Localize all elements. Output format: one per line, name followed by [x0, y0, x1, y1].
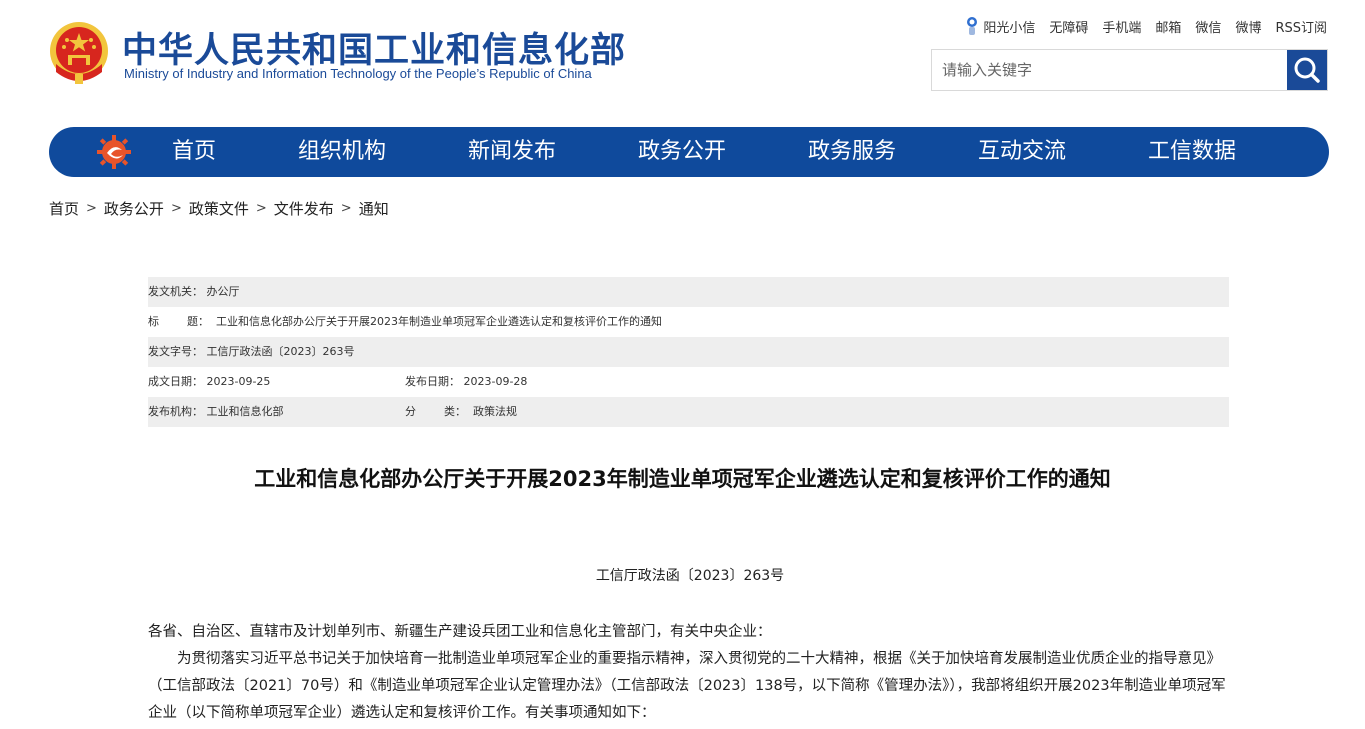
top-link-label[interactable]: 阳光小信: [983, 17, 1035, 36]
info-category: 分 类： 政策法规: [405, 405, 517, 418]
info-row-title: 标 题： 工业和信息化部办公厅关于开展2023年制造业单项冠军企业遴选认定和复核…: [148, 307, 1229, 337]
top-link-weibo[interactable]: 微博: [1235, 17, 1261, 36]
top-links: 阳光小信 无障碍 手机端 邮箱 微信 微博 RSS订阅: [965, 16, 1327, 36]
search-box: [931, 49, 1328, 91]
mascot-icon: [967, 17, 978, 35]
top-link-mail[interactable]: 邮箱: [1155, 17, 1181, 36]
breadcrumb-separator: >: [255, 201, 267, 216]
info-doc-number: 发文字号： 工信厅政法函〔2023〕263号: [148, 345, 355, 358]
site-subtitle: Ministry of Industry and Information Tec…: [124, 66, 592, 81]
info-org: 发布机构： 工业和信息化部: [148, 405, 284, 418]
document-info-table: 发文机关： 办公厅 标 题： 工业和信息化部办公厅关于开展2023年制造业单项冠…: [148, 277, 1229, 427]
breadcrumb-separator: >: [86, 201, 97, 216]
info-published-date: 发布日期： 2023-09-28: [405, 375, 528, 388]
breadcrumb-gov-affairs[interactable]: 政务公开: [104, 198, 164, 219]
top-link-wechat[interactable]: 微信: [1195, 17, 1221, 36]
article-salutation: 各省、自治区、直辖市及计划单列市、新疆生产建设兵团工业和信息化主管部门，有关中央…: [148, 624, 772, 640]
nav-item-organization[interactable]: 组织机构: [298, 127, 386, 177]
info-row-dates: 成文日期： 2023-09-25 发布日期： 2023-09-28: [148, 367, 1229, 397]
search-input[interactable]: [932, 50, 1288, 90]
breadcrumb: 首页 > 政务公开 > 政策文件 > 文件发布 > 通知: [49, 198, 389, 219]
nav-item-interaction[interactable]: 互动交流: [978, 127, 1066, 177]
info-created-date: 成文日期： 2023-09-25: [148, 375, 271, 388]
breadcrumb-separator: >: [170, 201, 182, 216]
breadcrumb-policy-docs[interactable]: 政策文件: [189, 198, 249, 219]
top-link-accessibility[interactable]: 无障碍: [1049, 17, 1088, 36]
article-title: 工业和信息化部办公厅关于开展2023年制造业单项冠军企业遴选认定和复核评价工作的…: [254, 467, 1111, 491]
ministry-logo-icon: [97, 135, 131, 169]
breadcrumb-notice[interactable]: 通知: [359, 198, 389, 219]
article-paragraph: 为贯彻落实习近平总书记关于加快培育一批制造业单项冠军企业的重要指示精神，深入贯彻…: [148, 651, 1226, 721]
search-button[interactable]: [1287, 50, 1327, 90]
nav-item-data[interactable]: 工信数据: [1148, 127, 1236, 177]
nav-item-home[interactable]: 首页: [172, 127, 216, 177]
nav-item-gov-services[interactable]: 政务服务: [808, 127, 896, 177]
main-nav: 首页 组织机构 新闻发布 政务公开 政务服务 互动交流 工信数据: [49, 127, 1329, 177]
top-link-rss[interactable]: RSS订阅: [1275, 17, 1327, 36]
info-issuer: 发文机关： 办公厅: [148, 285, 240, 298]
article-body: 各省、自治区、直辖市及计划单列市、新疆生产建设兵团工业和信息化主管部门，有关中央…: [148, 619, 1233, 727]
search-icon: [1294, 57, 1320, 83]
info-title: 标 题： 工业和信息化部办公厅关于开展2023年制造业单项冠军企业遴选认定和复核…: [148, 315, 662, 328]
info-row-issuer: 发文机关： 办公厅: [148, 277, 1229, 307]
breadcrumb-separator: >: [340, 201, 352, 216]
top-link-sunshine[interactable]: 阳光小信: [965, 16, 1035, 36]
top-link-mobile[interactable]: 手机端: [1102, 17, 1141, 36]
nav-item-news[interactable]: 新闻发布: [468, 127, 556, 177]
nav-item-gov-affairs[interactable]: 政务公开: [638, 127, 726, 177]
info-row-doc-no: 发文字号： 工信厅政法函〔2023〕263号: [148, 337, 1229, 367]
national-emblem-icon: [50, 22, 108, 84]
breadcrumb-home[interactable]: 首页: [49, 198, 79, 219]
breadcrumb-doc-release[interactable]: 文件发布: [274, 198, 334, 219]
article-doc-number: 工信厅政法函〔2023〕263号: [595, 568, 785, 584]
info-row-org: 发布机构： 工业和信息化部 分 类： 政策法规: [148, 397, 1229, 427]
